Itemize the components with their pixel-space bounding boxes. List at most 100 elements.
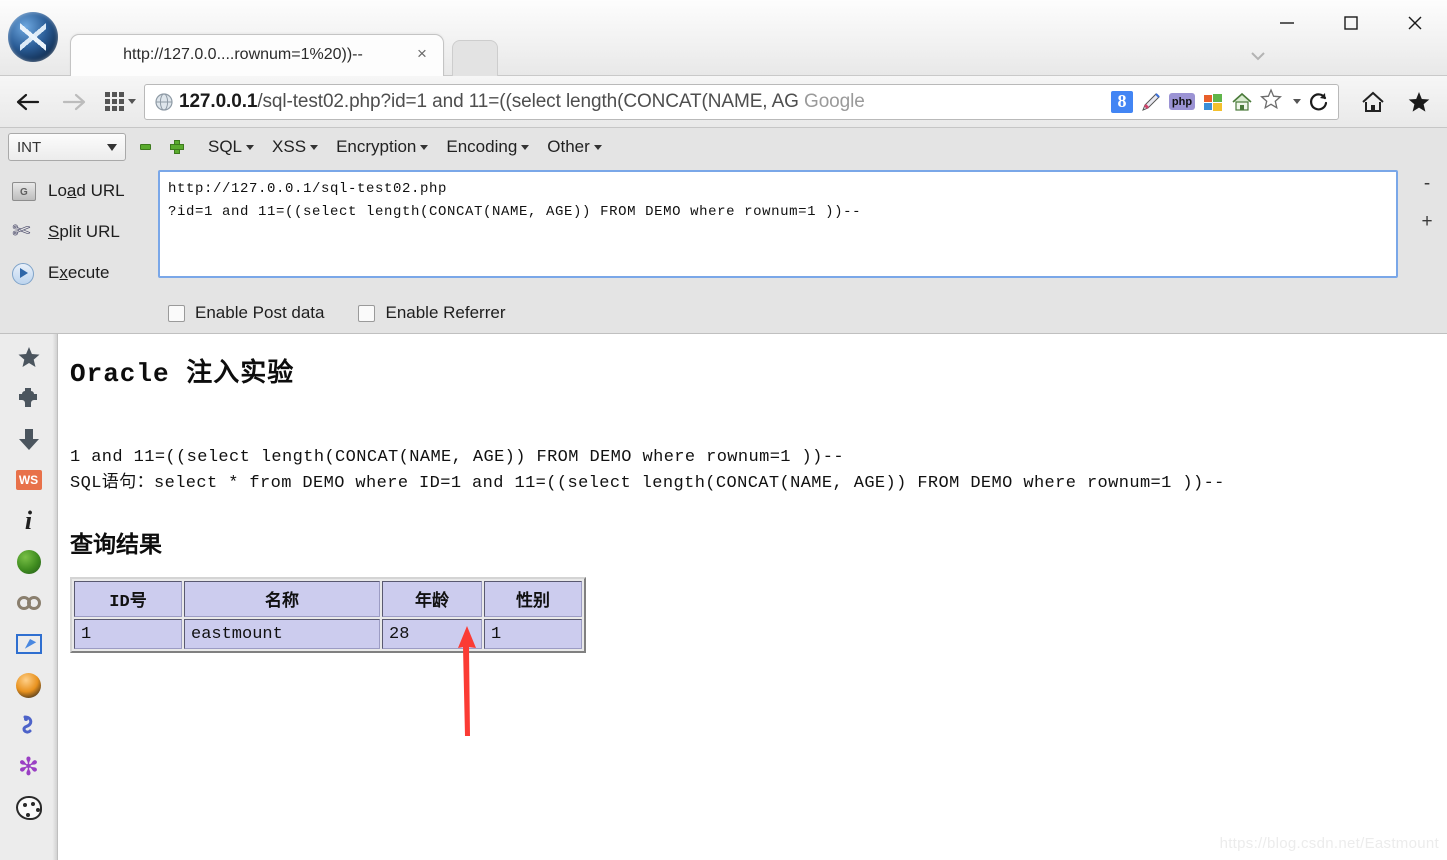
minimize-icon[interactable] [1255,0,1319,46]
echo-line-sql: SQL语句：select * from DEMO where ID=1 and … [70,474,1225,493]
bookmark-star-icon[interactable] [1260,87,1282,116]
select-cursor-icon[interactable] [12,629,46,659]
menu-sql[interactable]: SQL [208,137,255,157]
menu-xss[interactable]: XSS [272,137,319,157]
hackbar-url-field-wrap: http://127.0.0.1/sql-test02.php ?id=1 an… [158,170,1407,293]
checkbox-box [168,304,185,322]
browser-tab-active[interactable]: http://127.0.0....rownum=1%20))-- × [70,34,444,76]
column-header-gender: 性别 [484,581,582,617]
split-url-button[interactable]: Split URL [10,211,158,252]
page-title: Oracle 注入实验 [70,359,295,389]
back-arrow-icon[interactable] [10,84,46,120]
forward-arrow-icon[interactable] [56,84,92,120]
apps-grid-icon[interactable] [102,84,138,120]
load-url-button[interactable]: Load URL [10,170,158,211]
content-area: WS i ✻ Oracle 注入实验 1 and 11=((select len… [0,334,1447,860]
ws-badge-label: WS [15,470,42,490]
chain-link-icon[interactable] [12,588,46,618]
hackbar-toolbar: INT SQL XSS Encryption Encoding Other [0,128,1447,166]
split-url-icon [10,218,36,244]
zoom-out-button[interactable]: - [1424,174,1430,193]
enable-referrer-checkbox[interactable]: Enable Referrer [358,303,506,323]
palette-icon[interactable] [12,793,46,823]
address-bar[interactable]: 127.0.0.1/sql-test02.php?id=1 and 11=((s… [144,83,1339,120]
hackbar-panel: INT SQL XSS Encryption Encoding Other Lo… [0,128,1447,334]
zoom-in-button[interactable]: + [1421,212,1432,231]
enable-referrer-label: Enable Referrer [385,303,506,322]
pen-icon[interactable] [1140,91,1162,113]
reload-icon[interactable] [1308,91,1330,113]
omnibox-dropdown-icon[interactable] [1293,99,1301,104]
hackbar-type-select[interactable]: INT [8,133,126,161]
menu-other-label: Other [547,137,590,156]
browser-logo-icon [8,12,58,62]
star-icon[interactable] [12,342,46,372]
green-globe-icon[interactable] [12,547,46,577]
tab-title: http://127.0.0....rownum=1%20))-- [123,46,363,63]
load-url-label: Load URL [48,180,125,200]
title-bar: http://127.0.0....rownum=1%20))-- × [0,0,1447,76]
hackbar-url-textarea[interactable]: http://127.0.0.1/sql-test02.php ?id=1 an… [158,170,1398,278]
chevron-down-icon [593,144,602,150]
hackbar-options-row: Enable Post data Enable Referrer [0,293,1447,333]
php-icon[interactable]: php [1169,93,1195,110]
address-host: 127.0.0.1 [179,90,258,112]
new-tab-button[interactable] [452,40,498,76]
info-glyph: i [24,506,33,535]
watermark: https://blog.csdn.net/Eastmount [1219,835,1439,852]
address-search-hint: Google [804,90,865,112]
results-heading: 查询结果 [70,531,162,557]
google-icon[interactable]: 8 [1111,90,1133,113]
ws-badge-icon[interactable]: WS [12,465,46,495]
puzzle-icon[interactable] [12,383,46,413]
chevron-down-icon [310,144,319,150]
purple-burst-icon[interactable]: ✻ [12,752,46,782]
load-url-icon [10,179,36,203]
menu-xss-label: XSS [272,137,307,156]
column-header-name: 名称 [184,581,380,617]
seahorse-icon[interactable] [12,711,46,741]
home-button-icon[interactable] [1355,84,1391,120]
hackbar-type-value: INT [17,138,42,156]
menu-sql-label: SQL [208,137,243,156]
chevron-down-icon [246,144,255,150]
maximize-icon[interactable] [1319,0,1383,46]
burst-glyph: ✻ [18,753,39,781]
add-tab-icon[interactable] [164,134,190,160]
chevron-down-icon [420,144,429,150]
execute-button[interactable]: Execute [10,252,158,293]
tab-close-icon[interactable]: × [413,45,431,63]
enable-post-data-checkbox[interactable]: Enable Post data [168,303,324,323]
menu-other[interactable]: Other [547,137,602,157]
close-icon[interactable] [1383,0,1447,46]
orange-ball-icon[interactable] [12,670,46,700]
address-path: /sql-test02.php?id=1 and 11=((select len… [257,90,799,112]
menu-encryption[interactable]: Encryption [336,137,429,157]
split-url-label: Split URL [48,221,120,241]
globe-icon [149,91,179,113]
home-icon[interactable] [1231,91,1253,113]
cell-gender: 1 [484,619,582,649]
windows-icon[interactable] [1202,91,1224,113]
remove-tab-icon[interactable] [132,134,158,160]
address-bar-text: 127.0.0.1/sql-test02.php?id=1 and 11=((s… [179,91,1111,113]
info-icon[interactable]: i [12,506,46,536]
column-header-id: ID号 [74,581,182,617]
omnibox-icons: 8 php [1111,87,1338,116]
menu-encoding[interactable]: Encoding [446,137,530,157]
enable-post-data-label: Enable Post data [195,303,325,322]
chevron-down-icon [107,143,117,151]
red-up-arrow-annotation [458,626,476,736]
hackbar-main-row: Load URL Split URL Execute http://127.0.… [0,166,1447,293]
execute-icon [10,261,36,285]
table-header-row: ID号 名称 年龄 性别 [74,581,582,617]
download-arrow-icon[interactable] [12,424,46,454]
results-table: ID号 名称 年龄 性别 1 eastmount 28 1 [70,577,586,653]
tab-list-chevron-down-icon[interactable] [1247,48,1269,64]
bookmarks-star-button-icon[interactable] [1401,84,1437,120]
execute-label: Execute [48,262,110,282]
hackbar-action-buttons: Load URL Split URL Execute [0,170,158,293]
cell-name: eastmount [184,619,380,649]
extensions-sidebar: WS i ✻ [0,334,58,860]
web-page-content: Oracle 注入实验 1 and 11=((select length(CON… [58,334,1447,860]
